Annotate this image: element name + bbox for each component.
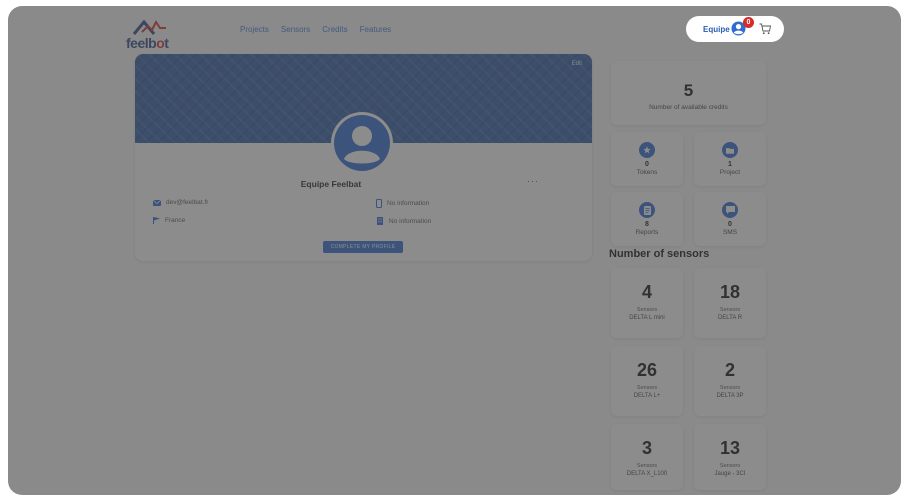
sensor-sub-label: Sensors [719, 307, 741, 313]
sensor-card[interactable]: 18 Sensors DELTA R [694, 268, 766, 338]
nav-projects[interactable]: Projects [240, 25, 269, 34]
sensor-card[interactable]: 2 Sensors DELTA 3P [694, 346, 766, 416]
stat-value: 8 [645, 221, 649, 228]
sensor-model: DELTA L+ [633, 393, 661, 399]
sensor-count: 18 [719, 282, 741, 302]
stat-card-tokens[interactable]: 0 Tokens [611, 132, 683, 186]
sensor-sub-label: Sensors [636, 385, 658, 391]
stat-label: Project [719, 169, 741, 176]
stat-value: 0 [645, 161, 649, 168]
email-info: dev@feelbat.fr [153, 199, 208, 206]
stat-card-sms[interactable]: 0 SMS [694, 192, 766, 246]
sensor-card[interactable]: 26 Sensors DELTA L+ [611, 346, 683, 416]
user-name: Equipe [703, 25, 730, 34]
avatar [331, 112, 393, 174]
cart-icon[interactable] [759, 23, 771, 35]
sensor-sub-label: Sensors [719, 463, 741, 469]
complete-profile-button[interactable]: COMPLETE MY PROFILE [323, 241, 403, 253]
logo-house-icon [132, 19, 166, 35]
nav-features[interactable]: Features [360, 25, 392, 34]
sensor-count: 3 [641, 438, 652, 458]
user-menu-button[interactable]: Equipe 0 [686, 16, 784, 42]
country-info: France [153, 217, 185, 224]
country-value: France [165, 217, 186, 224]
nav-credits[interactable]: Credits [322, 25, 347, 34]
user-avatar-icon [334, 115, 390, 171]
sensor-sub-label: Sensors [636, 463, 658, 469]
notification-badge: 0 [743, 17, 754, 28]
phone-value: No information [387, 200, 430, 207]
feelbat-logo[interactable]: feelbot [126, 18, 182, 51]
sensor-sub-label: Sensors [636, 307, 658, 313]
edit-banner-button[interactable]: Edit [572, 61, 582, 67]
main-nav: Projects Sensors Credits Features [240, 25, 391, 34]
stat-card-reports[interactable]: 8 Reports [611, 192, 683, 246]
sensor-count: 4 [641, 282, 652, 302]
sensors-section-title: Number of sensors [609, 248, 710, 260]
sensor-model: Jauge - 3CI [714, 471, 746, 477]
app-frame: feelbot Projects Sensors Credits Feature… [8, 6, 901, 495]
message-icon [722, 202, 738, 218]
phone-info: No information [376, 199, 429, 208]
phone-icon [376, 199, 382, 208]
report-icon [639, 202, 655, 218]
company-info: No information [376, 217, 431, 225]
more-options-icon[interactable]: ··· [527, 176, 539, 186]
sensor-card[interactable]: 4 Sensors DELTA L mini [611, 268, 683, 338]
stat-label: SMS [722, 229, 738, 236]
stat-value: 0 [728, 221, 732, 228]
sensor-count: 13 [719, 438, 741, 458]
company-value: No information [389, 217, 432, 225]
stat-label: Reports [635, 229, 659, 236]
stat-value: 1 [728, 161, 732, 168]
star-icon [639, 142, 655, 158]
profile-card: Edit Equipe Feelbat ··· dev@feelbat.fr F… [135, 54, 592, 261]
mail-icon [153, 199, 161, 206]
logo-text: feelbot [126, 35, 169, 51]
sensor-count: 26 [636, 360, 658, 380]
sensor-sub-label: Sensors [719, 385, 741, 391]
email-value: dev@feelbat.fr [166, 199, 209, 206]
credits-card[interactable]: 5 Number of available credits [611, 61, 766, 125]
sensor-count: 2 [724, 360, 735, 380]
credits-value: 5 [683, 81, 694, 100]
nav-sensors[interactable]: Sensors [281, 25, 310, 34]
sensor-card[interactable]: 3 Sensors DELTA X_L100 [611, 424, 683, 490]
sensor-card[interactable]: 13 Sensors Jauge - 3CI [694, 424, 766, 490]
credits-label: Number of available credits [649, 104, 728, 111]
folder-icon [722, 142, 738, 158]
sensor-model: DELTA 3P [716, 393, 744, 399]
sensor-model: DELTA L mini [629, 315, 665, 321]
sensor-model: DELTA R [717, 315, 743, 321]
stat-label: Tokens [636, 169, 658, 176]
stat-card-project[interactable]: 1 Project [694, 132, 766, 186]
building-icon [377, 217, 383, 225]
profile-name: Equipe Feelbat [300, 179, 362, 189]
sensor-model: DELTA X_L100 [626, 471, 668, 477]
flag-icon [153, 217, 160, 224]
